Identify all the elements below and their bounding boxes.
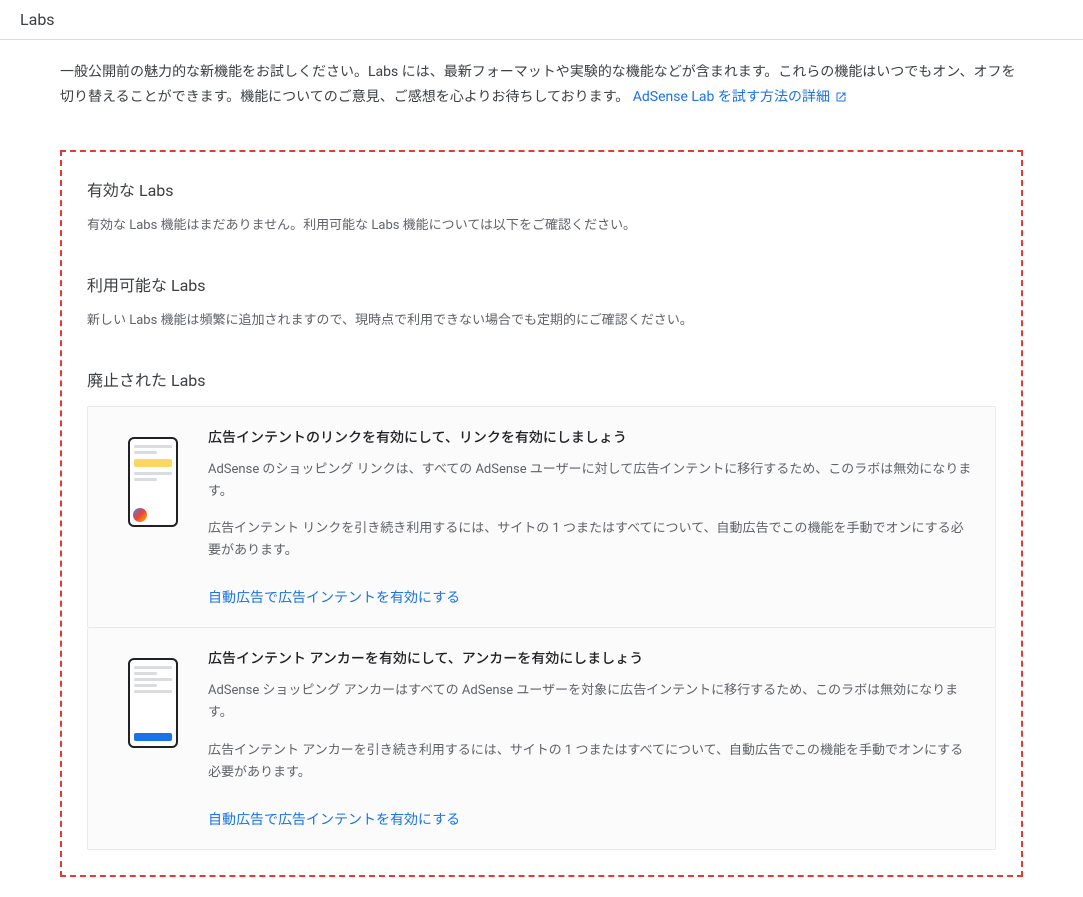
enabled-labs-section: 有効な Labs 有効な Labs 機能はまだありません。利用可能な Labs … [87, 177, 996, 237]
enabled-labs-text: 有効な Labs 機能はまだありません。利用可能な Labs 機能については以下… [87, 216, 996, 237]
lab-card: 広告インテントのリンクを有効にして、リンクを有効にしましょう AdSense の… [87, 406, 996, 628]
lab-card-title: 広告インテント アンカーを有効にして、アンカーを有効にしましょう [208, 648, 975, 668]
enable-ad-intent-link[interactable]: 自動広告で広告インテントを有効にする [208, 809, 460, 829]
intro-paragraph: 一般公開前の魅力的な新機能をお試しください。Labs には、最新フォーマットや実… [60, 60, 1023, 110]
retired-labs-section: 廃止された Labs 広告 [87, 367, 996, 850]
lab-card-desc: AdSense ショッピング アンカーはすべての AdSense ユーザーを対象… [208, 680, 975, 724]
page-header: Labs [0, 0, 1083, 40]
lab-card-desc: 広告インテント リンクを引き続き利用するには、サイトの 1 つまたはすべてについ… [208, 518, 975, 562]
lab-card-desc: AdSense のショッピング リンクは、すべての AdSense ユーザーに対… [208, 459, 975, 503]
phone-frame [128, 437, 178, 527]
main-content: 一般公開前の魅力的な新機能をお試しください。Labs には、最新フォーマットや実… [0, 40, 1083, 897]
intro-text: 一般公開前の魅力的な新機能をお試しください。Labs には、最新フォーマットや実… [60, 64, 1015, 105]
retired-labs-heading: 廃止された Labs [87, 367, 996, 391]
phone-frame [128, 658, 178, 748]
phone-anchor-bar-icon [134, 733, 172, 741]
intro-link-text: AdSense Lab を試す方法の詳細 [633, 89, 830, 105]
available-labs-section: 利用可能な Labs 新しい Labs 機能は頻繁に追加されますので、現時点で利… [87, 272, 996, 332]
lab-card-desc: 広告インテント アンカーを引き続き利用するには、サイトの 1 つまたはすべてにつ… [208, 740, 975, 784]
enabled-labs-heading: 有効な Labs [87, 177, 996, 201]
phone-badge-icon [133, 508, 147, 522]
available-labs-text: 新しい Labs 機能は頻繁に追加されますので、現時点で利用できない場合でも定期… [87, 311, 996, 332]
lab-card: 広告インテント アンカーを有効にして、アンカーを有効にしましょう AdSense… [87, 628, 996, 849]
available-labs-heading: 利用可能な Labs [87, 272, 996, 296]
labs-container: 有効な Labs 有効な Labs 機能はまだありません。利用可能な Labs … [60, 150, 1023, 876]
lab-card-title: 広告インテントのリンクを有効にして、リンクを有効にしましょう [208, 427, 975, 447]
external-link-icon [835, 91, 847, 103]
lab-card-content: 広告インテント アンカーを有効にして、アンカーを有効にしましょう AdSense… [208, 648, 975, 828]
page-title: Labs [20, 10, 55, 29]
lab-card-content: 広告インテントのリンクを有効にして、リンクを有効にしましょう AdSense の… [208, 427, 975, 607]
phone-mockup-icon [128, 658, 178, 748]
enable-ad-intent-link[interactable]: 自動広告で広告インテントを有効にする [208, 587, 460, 607]
intro-details-link[interactable]: AdSense Lab を試す方法の詳細 [633, 89, 848, 105]
phone-mockup-icon [128, 437, 178, 527]
retired-labs-cards: 広告インテントのリンクを有効にして、リンクを有効にしましょう AdSense の… [87, 406, 996, 850]
